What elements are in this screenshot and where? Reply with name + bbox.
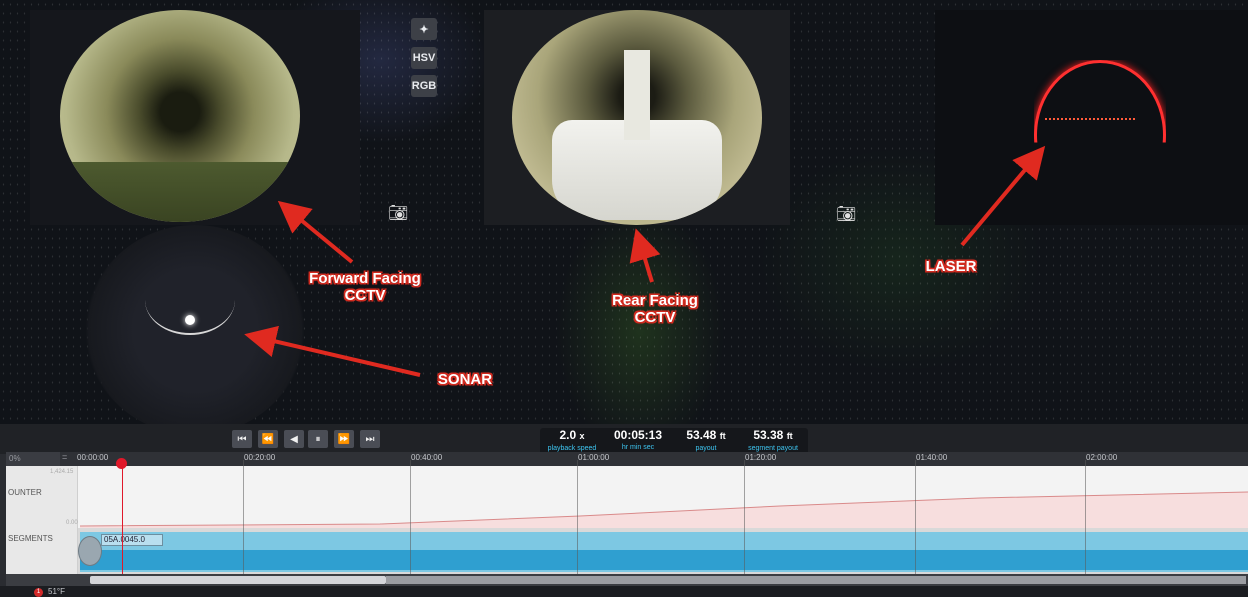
- gridline: [915, 460, 916, 574]
- notification-badge[interactable]: 1: [34, 588, 43, 597]
- rear-cctv-annotation: Rear Facing CCTV: [612, 292, 698, 326]
- sonar-arrow: [244, 325, 421, 377]
- rear-cctv-arrow: [629, 228, 661, 283]
- tick-label: 01:00:00: [578, 453, 610, 462]
- tick-label: 01:20:00: [745, 453, 777, 462]
- tick-label: 02:00:00: [1086, 453, 1118, 462]
- tick-label: 00:40:00: [411, 453, 443, 462]
- zoom-select[interactable]: 0%: [6, 452, 60, 466]
- counter-track-label: OUNTER: [8, 488, 42, 497]
- time-label: hr min sec: [621, 444, 655, 451]
- temperature-readout: 51°F: [48, 587, 65, 596]
- skip-to-start-button[interactable]: ⏮: [232, 430, 252, 448]
- segment-bar-fill: [80, 550, 1248, 570]
- tick-label: 01:40:00: [916, 453, 948, 462]
- sonar-annotation: SONAR: [437, 371, 493, 388]
- elapsed-time: 00:05:13 hr min sec: [606, 428, 670, 452]
- tick-label: 00:00:00: [77, 453, 109, 462]
- payout-value: 53.48: [686, 428, 717, 442]
- playback-speed: 2.0 x playback speed: [542, 428, 602, 453]
- gridline: [577, 460, 578, 574]
- segment-payout-unit: ft: [786, 431, 793, 441]
- zoom-equals: =: [62, 452, 68, 462]
- gridline: [410, 460, 411, 574]
- rewind-button[interactable]: ⏪: [258, 430, 278, 448]
- segment-payout: 53.38 ft segment payout: [740, 428, 806, 453]
- skip-to-end-button[interactable]: ⏭: [360, 430, 380, 448]
- forward-cctv-arrow: [277, 200, 354, 264]
- time-value: 00:05:13: [613, 428, 663, 442]
- laser-annotation: LASER: [925, 258, 977, 275]
- annotation-arrows: [244, 145, 1046, 377]
- playhead-handle[interactable]: [116, 458, 127, 469]
- payout: 53.48 ft payout: [676, 428, 736, 453]
- gridline: [744, 460, 745, 574]
- segment-payout-value: 53.38: [753, 428, 784, 442]
- step-back-button[interactable]: ◀: [284, 430, 304, 448]
- gridline: [243, 460, 244, 574]
- counter-max-value: 1,424.15: [50, 469, 74, 475]
- counter-graph: [80, 491, 1248, 528]
- tick-label: 00:20:00: [244, 453, 276, 462]
- scrollbar-rest: [386, 576, 1246, 584]
- counter-min-value: 0.00: [66, 520, 78, 526]
- gridline: [1085, 460, 1086, 574]
- segment-handle[interactable]: [78, 536, 102, 566]
- counter-label-column: [6, 466, 78, 528]
- fast-forward-button[interactable]: ⏩: [334, 430, 354, 448]
- playhead-line[interactable]: [122, 460, 123, 574]
- speed-value: 2.0: [559, 428, 577, 442]
- forward-cctv-annotation: Forward Facing CCTV: [309, 270, 421, 304]
- pause-button[interactable]: ⏸: [308, 430, 328, 448]
- segment-tag[interactable]: 05A.0045.0: [101, 534, 163, 546]
- inspection-software-screen: ✦ HSV RGB 📷︎ 📷︎ Forward Facing CCTV Rear…: [0, 0, 1248, 597]
- timeline-ruler[interactable]: [6, 452, 1248, 466]
- status-bar: [0, 586, 1248, 597]
- laser-arrow: [960, 145, 1046, 247]
- scrollbar-thumb[interactable]: [90, 576, 386, 584]
- payout-unit: ft: [719, 431, 726, 441]
- speed-unit: x: [579, 431, 585, 441]
- segments-track-label: SEGMENTS: [8, 534, 53, 543]
